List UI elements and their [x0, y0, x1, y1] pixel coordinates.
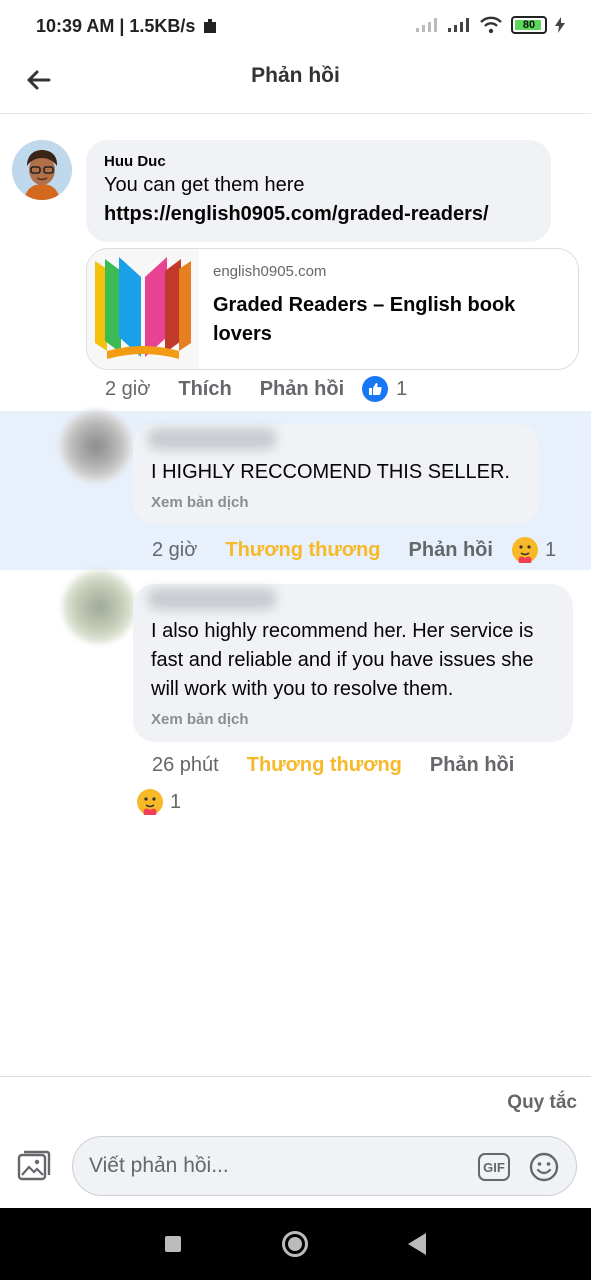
- comment-text: You can get them here https://english090…: [104, 171, 533, 229]
- comment-actions: 2 giờ Thương thương Phản hồi 1: [152, 536, 556, 564]
- reply-button[interactable]: Phản hồi: [260, 378, 344, 401]
- comment-actions: 2 giờ Thích Phản hồi 1: [105, 376, 407, 402]
- book-logo-icon: [95, 257, 191, 359]
- see-translation-link[interactable]: Xem bản dịch: [151, 711, 249, 728]
- notification-icon: [204, 19, 217, 33]
- comment-time: 26 phút: [152, 754, 219, 776]
- reaction-count: 1: [170, 790, 182, 813]
- care-emoji-icon[interactable]: [511, 536, 539, 564]
- home-button[interactable]: [282, 1231, 308, 1257]
- avatar-huu-duc[interactable]: [12, 140, 72, 200]
- comment-text-plain: You can get them here: [104, 174, 305, 196]
- app-header: Phản hồi: [0, 52, 591, 114]
- smiley-icon: [529, 1152, 559, 1182]
- reaction-count: 1: [396, 377, 408, 400]
- care-reaction-button[interactable]: Thương thương: [225, 539, 380, 562]
- status-bar: 10:39 AM | 1.5KB/s 80: [0, 0, 591, 52]
- care-emoji-icon: [137, 789, 163, 815]
- system-nav-bar: [0, 1208, 591, 1280]
- reply-input-placeholder: Viết phản hồi...: [89, 1154, 229, 1177]
- comment-link[interactable]: https://english0905.com/graded-readers/: [104, 203, 489, 225]
- comment-time: 2 giờ: [152, 538, 198, 561]
- link-domain: english0905.com: [213, 263, 327, 280]
- page-title: Phản hồi: [251, 64, 340, 87]
- wifi-icon: [480, 16, 502, 34]
- image-icon: [17, 1150, 51, 1181]
- comment-text: I HIGHLY RECCOMEND THIS SELLER.: [151, 461, 510, 483]
- rules-link[interactable]: Quy tắc: [507, 1092, 577, 1114]
- comment-actions: 26 phút Thương thương Phản hồi: [152, 754, 514, 777]
- charging-icon: [555, 17, 565, 33]
- see-translation-link[interactable]: Xem bản dịch: [151, 494, 249, 511]
- comment-text: I also highly recommend her. Her service…: [151, 620, 534, 700]
- comment-bubble[interactable]: I also highly recommend her. Her service…: [133, 584, 573, 742]
- reply-button[interactable]: Phản hồi: [430, 754, 514, 777]
- cellular-signal-off-icon: [416, 18, 437, 32]
- gif-button[interactable]: GIF: [478, 1153, 510, 1181]
- system-back-button[interactable]: [408, 1233, 426, 1255]
- link-title: Graded Readers – English book lovers: [213, 294, 516, 345]
- emoji-button[interactable]: [528, 1151, 560, 1183]
- comment-author-blurred: [147, 428, 277, 450]
- reply-input[interactable]: Viết phản hồi... GIF: [72, 1136, 577, 1196]
- recents-button[interactable]: [165, 1236, 181, 1252]
- avatar-blurred[interactable]: [60, 410, 132, 482]
- cellular-signal-icon: [448, 18, 469, 32]
- battery-icon: 80: [511, 16, 547, 34]
- link-thumbnail: [87, 249, 199, 369]
- like-reaction-icon[interactable]: [362, 376, 389, 402]
- care-reaction-button[interactable]: Thương thương: [247, 754, 402, 777]
- comment-time: 2 giờ: [105, 377, 151, 400]
- comment-author-blurred: [147, 588, 277, 610]
- status-time: 10:39 AM | 1.5KB/s: [36, 15, 196, 36]
- link-preview-card[interactable]: english0905.com Graded Readers – English…: [86, 248, 579, 370]
- reply-button[interactable]: Phản hồi: [409, 539, 493, 562]
- comment-bubble[interactable]: Huu Duc You can get them here https://en…: [86, 140, 551, 242]
- reaction-summary[interactable]: 1: [136, 788, 181, 816]
- comment-author[interactable]: Huu Duc: [104, 153, 533, 170]
- photo-button[interactable]: [16, 1148, 52, 1184]
- like-button[interactable]: Thích: [178, 378, 231, 401]
- avatar-blurred[interactable]: [62, 570, 136, 644]
- composer-divider: [0, 1076, 591, 1077]
- comment-bubble[interactable]: I HIGHLY RECCOMEND THIS SELLER. Xem bản …: [133, 424, 539, 524]
- reaction-count: 1: [544, 538, 557, 561]
